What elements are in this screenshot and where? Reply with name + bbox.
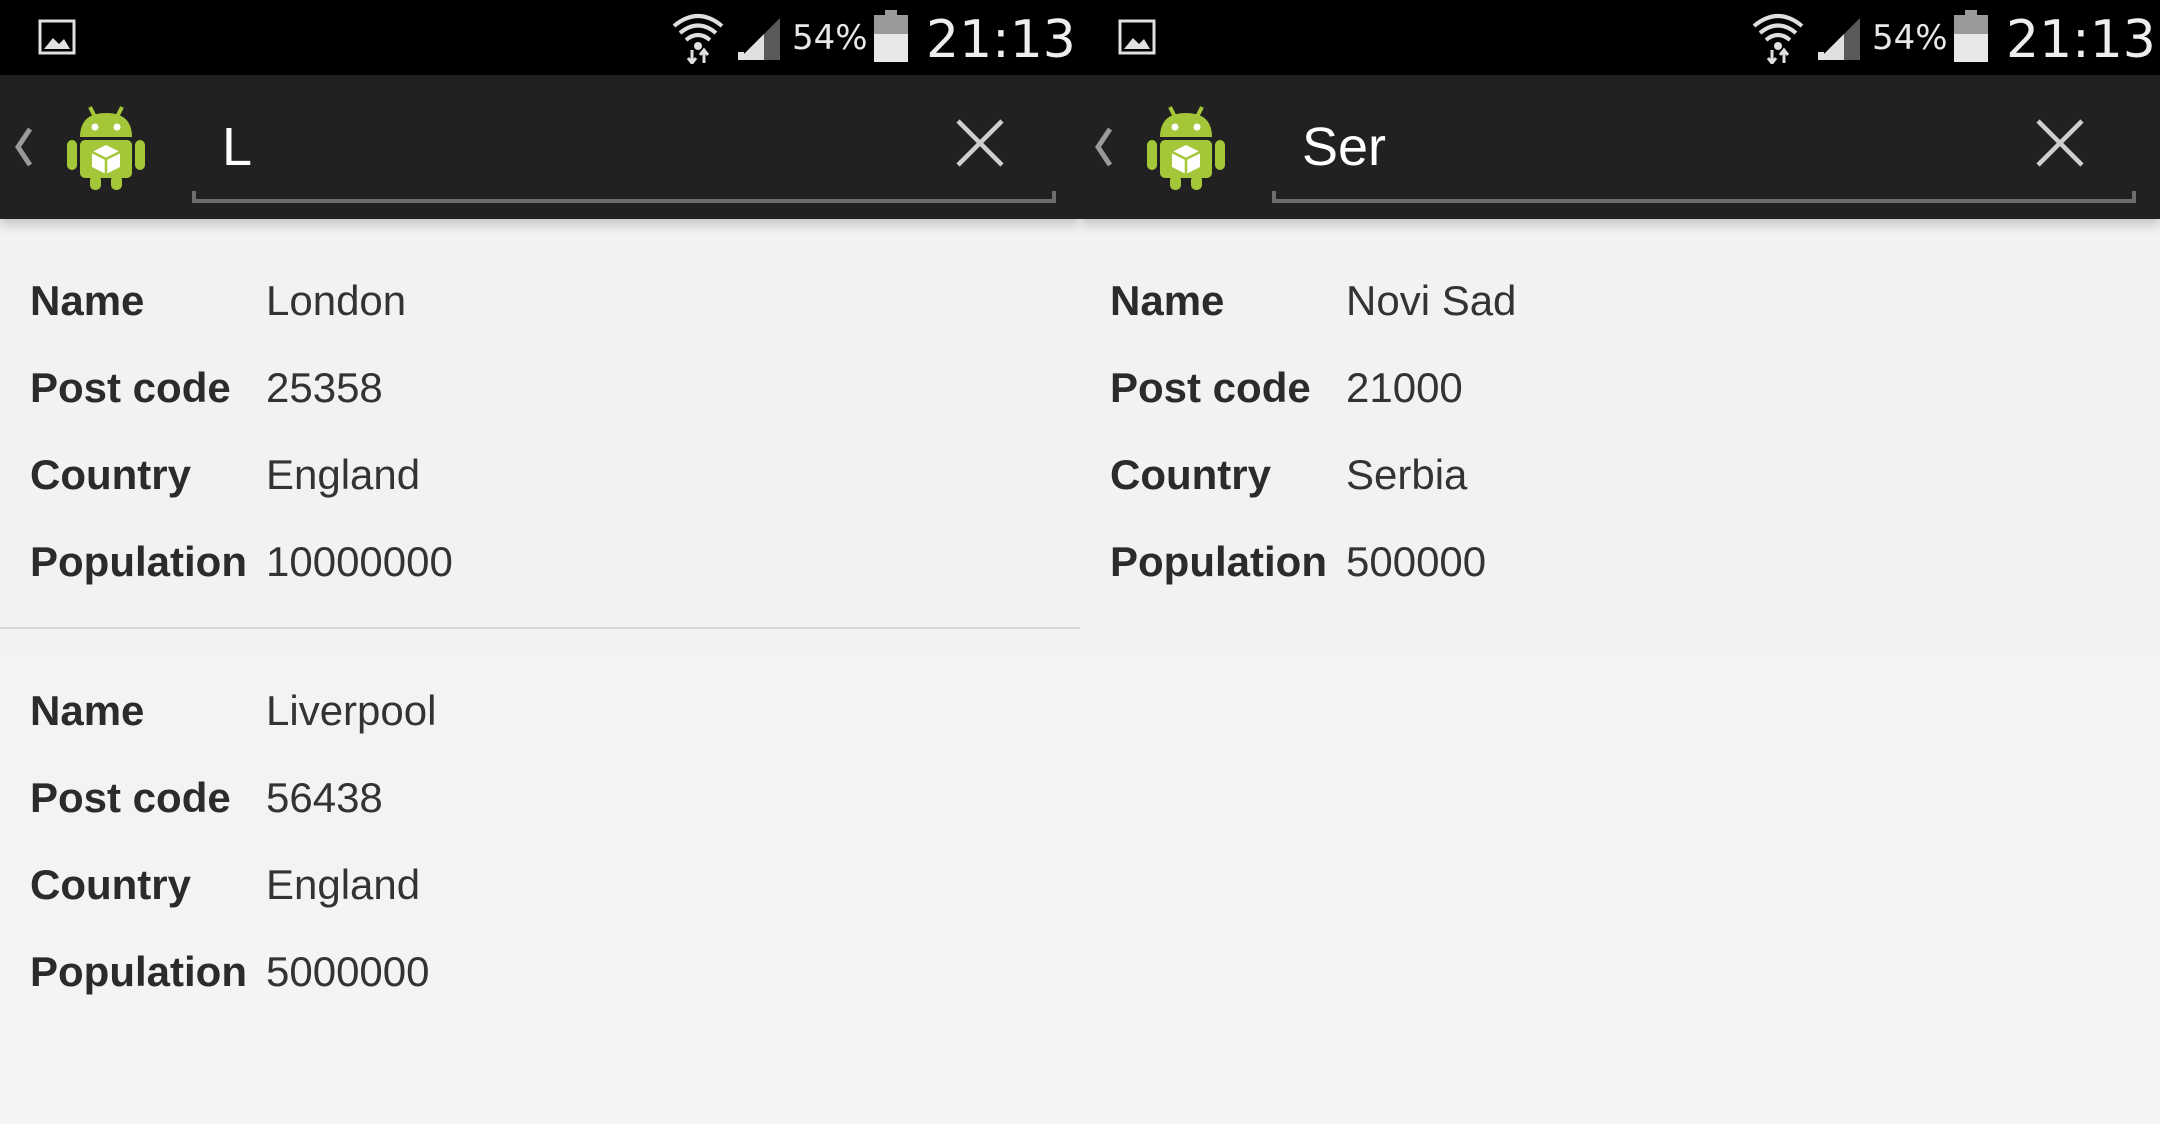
field-value: Novi Sad xyxy=(1346,276,1517,324)
list-item[interactable]: Name Liverpool Post code 56438 Country E… xyxy=(0,627,1080,1037)
field-row-post-code: Post code 21000 xyxy=(1080,344,2160,431)
signal-icon xyxy=(1818,18,1860,60)
field-label: Name xyxy=(30,686,145,734)
battery-icon xyxy=(874,10,908,62)
status-bar: 54% 21:13 xyxy=(0,0,1080,75)
clock: 21:13 xyxy=(926,10,1076,70)
field-row-name: Name Liverpool xyxy=(0,667,1080,754)
gallery-icon xyxy=(1118,19,1156,55)
action-bar xyxy=(0,75,1080,219)
back-chevron-icon[interactable] xyxy=(1092,125,1114,169)
battery-percent: 54% xyxy=(792,18,868,58)
signal-icon xyxy=(738,18,780,60)
field-value: England xyxy=(266,450,421,498)
phone-screen-left: 54% 21:13 L Name London Post code 25358 … xyxy=(0,0,1080,1124)
results-list: Name Novi Sad Post code 21000 Country Se… xyxy=(1080,219,2160,627)
field-value: Serbia xyxy=(1346,450,1468,498)
field-label: Post code xyxy=(1110,363,1311,411)
field-label: Country xyxy=(30,860,191,908)
close-icon[interactable] xyxy=(952,115,1008,171)
field-label: Country xyxy=(30,450,191,498)
action-bar xyxy=(1080,75,2160,219)
clock: 21:13 xyxy=(2006,10,2156,70)
field-value: 25358 xyxy=(266,363,383,411)
list-item[interactable]: Name London Post code 25358 Country Engl… xyxy=(0,219,1080,627)
phone-screen-right: 54% 21:13 Ser Name Novi Sad Post code 21… xyxy=(1080,0,2160,1124)
field-row-country: Country England xyxy=(0,431,1080,518)
field-value: 56438 xyxy=(266,773,383,821)
field-label: Population xyxy=(30,537,247,585)
battery-icon xyxy=(1954,10,1988,62)
field-label: Country xyxy=(1110,450,1271,498)
field-label: Name xyxy=(1110,276,1225,324)
results-list: Name London Post code 25358 Country Engl… xyxy=(0,219,1080,1037)
field-value: 10000000 xyxy=(266,537,453,585)
field-label: Name xyxy=(30,276,145,324)
back-chevron-icon[interactable] xyxy=(12,125,34,169)
wifi-icon xyxy=(1752,14,1804,64)
field-row-population: Population 10000000 xyxy=(0,518,1080,605)
field-value: 5000000 xyxy=(266,947,430,995)
wifi-icon xyxy=(672,14,724,64)
search-input[interactable] xyxy=(1272,95,2012,199)
field-label: Population xyxy=(1110,537,1327,585)
field-label: Post code xyxy=(30,363,231,411)
search-input[interactable] xyxy=(192,95,932,199)
field-row-name: Name Novi Sad xyxy=(1080,257,2160,344)
battery-percent: 54% xyxy=(1872,18,1948,58)
search-field xyxy=(1272,95,2136,203)
field-value: England xyxy=(266,860,421,908)
field-value: London xyxy=(266,276,407,324)
status-bar: 54% 21:13 xyxy=(1080,0,2160,75)
search-field xyxy=(192,95,1056,203)
field-label: Post code xyxy=(30,773,231,821)
field-row-post-code: Post code 25358 xyxy=(0,344,1080,431)
android-app-icon[interactable] xyxy=(66,105,146,191)
field-label: Population xyxy=(30,947,247,995)
field-row-country: Country Serbia xyxy=(1080,431,2160,518)
field-row-name: Name London xyxy=(0,257,1080,344)
field-row-population: Population 5000000 xyxy=(0,928,1080,1015)
field-row-population: Population 500000 xyxy=(1080,518,2160,605)
field-value: Liverpool xyxy=(266,686,437,734)
android-app-icon[interactable] xyxy=(1146,105,1226,191)
gallery-icon xyxy=(38,19,76,55)
field-value: 500000 xyxy=(1346,537,1487,585)
screenshot-pair: 54% 21:13 L Name London Post code 25358 … xyxy=(0,0,2160,1124)
list-item[interactable]: Name Novi Sad Post code 21000 Country Se… xyxy=(1080,219,2160,627)
field-value: 21000 xyxy=(1346,363,1463,411)
field-row-country: Country England xyxy=(0,841,1080,928)
close-icon[interactable] xyxy=(2032,115,2088,171)
field-row-post-code: Post code 56438 xyxy=(0,754,1080,841)
